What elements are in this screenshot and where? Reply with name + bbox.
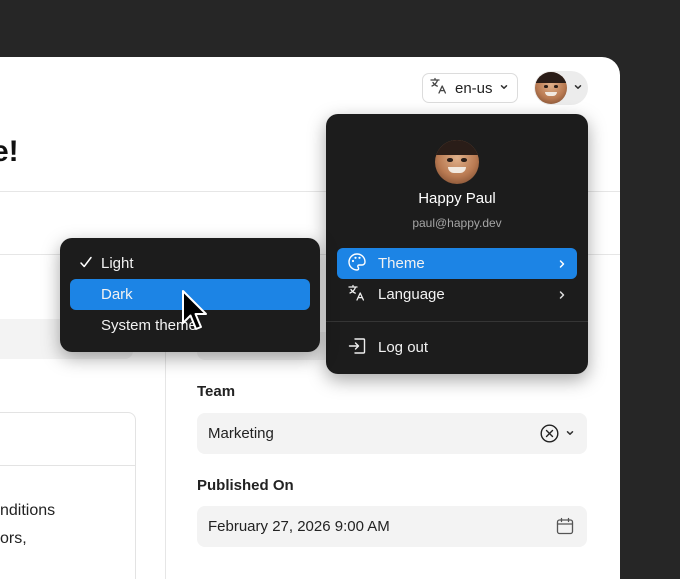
mouse-cursor-icon: [181, 289, 211, 340]
left-card: [0, 412, 136, 579]
theme-option-light[interactable]: Light: [70, 248, 310, 279]
menu-divider: [326, 321, 588, 322]
published-on-field[interactable]: February 27, 2026 9:00 AM: [197, 506, 587, 547]
team-label: Team: [197, 383, 236, 400]
clear-icon[interactable]: [540, 424, 559, 443]
logout-button[interactable]: Log out: [337, 332, 577, 363]
theme-option-label: Light: [101, 255, 134, 272]
logout-label: Log out: [378, 339, 429, 356]
left-card-text-1: nditions: [0, 502, 56, 519]
user-email: paul@happy.dev: [412, 216, 502, 230]
theme-option-label: Dark: [101, 286, 133, 303]
menu-item-language[interactable]: Language: [337, 279, 577, 310]
menu-item-theme[interactable]: Theme: [337, 248, 577, 279]
published-on-label: Published On: [197, 477, 294, 494]
user-name: Happy Paul: [418, 190, 496, 207]
chevron-right-icon: [557, 257, 567, 274]
chevron-down-icon: [499, 79, 509, 97]
language-selector[interactable]: en-us: [422, 73, 518, 103]
chevron-down-icon[interactable]: [565, 428, 575, 438]
check-icon: [79, 254, 93, 274]
chevron-right-icon: [557, 288, 567, 305]
avatar: [535, 72, 567, 104]
translate-icon: [429, 76, 449, 101]
user-menu: Happy Paul paul@happy.dev Theme Language…: [326, 114, 588, 374]
logout-icon: [347, 336, 367, 360]
palette-icon: [347, 252, 367, 276]
published-on-value: February 27, 2026 9:00 AM: [208, 518, 390, 535]
user-menu-button[interactable]: [534, 71, 588, 105]
calendar-icon[interactable]: [556, 517, 574, 535]
team-value: Marketing: [208, 425, 274, 442]
page-title: e!: [0, 135, 19, 168]
menu-item-label: Language: [378, 286, 445, 303]
avatar: [435, 140, 479, 184]
left-card-text-2: ors,: [0, 530, 27, 547]
team-select[interactable]: Marketing: [197, 413, 587, 454]
menu-item-label: Theme: [378, 255, 425, 272]
translate-icon: [347, 283, 367, 307]
chevron-down-icon: [573, 79, 583, 97]
language-value: en-us: [455, 79, 493, 97]
